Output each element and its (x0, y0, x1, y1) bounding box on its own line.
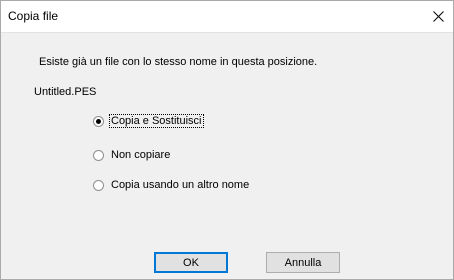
option-copy-rename-label: Copia usando un altro nome (111, 179, 250, 191)
radio-dont-copy[interactable] (93, 149, 104, 161)
close-button[interactable] (423, 1, 453, 32)
option-copy-replace[interactable]: Copia e Sostituisci (93, 113, 204, 129)
radio-copy-replace[interactable] (93, 115, 104, 127)
option-dont-copy[interactable]: Non copiare (93, 147, 171, 163)
close-icon (433, 11, 444, 22)
file-name: Untitled.PES (34, 86, 97, 98)
cancel-button[interactable]: Annulla (266, 252, 340, 273)
option-copy-replace-label: Copia e Sostituisci (109, 114, 204, 128)
ok-button[interactable]: OK (154, 252, 228, 273)
title-bar[interactable]: Copia file (1, 1, 453, 33)
conflict-message: Esiste già un file con lo stesso nome in… (39, 56, 318, 68)
copy-file-dialog: Copia file Esiste già un file con lo ste… (0, 0, 454, 280)
option-dont-copy-label: Non copiare (111, 149, 171, 161)
window-title: Copia file (8, 9, 59, 23)
radio-copy-rename[interactable] (93, 179, 104, 191)
option-copy-rename[interactable]: Copia usando un altro nome (93, 177, 250, 193)
dialog-body: Esiste già un file con lo stesso nome in… (1, 33, 453, 279)
